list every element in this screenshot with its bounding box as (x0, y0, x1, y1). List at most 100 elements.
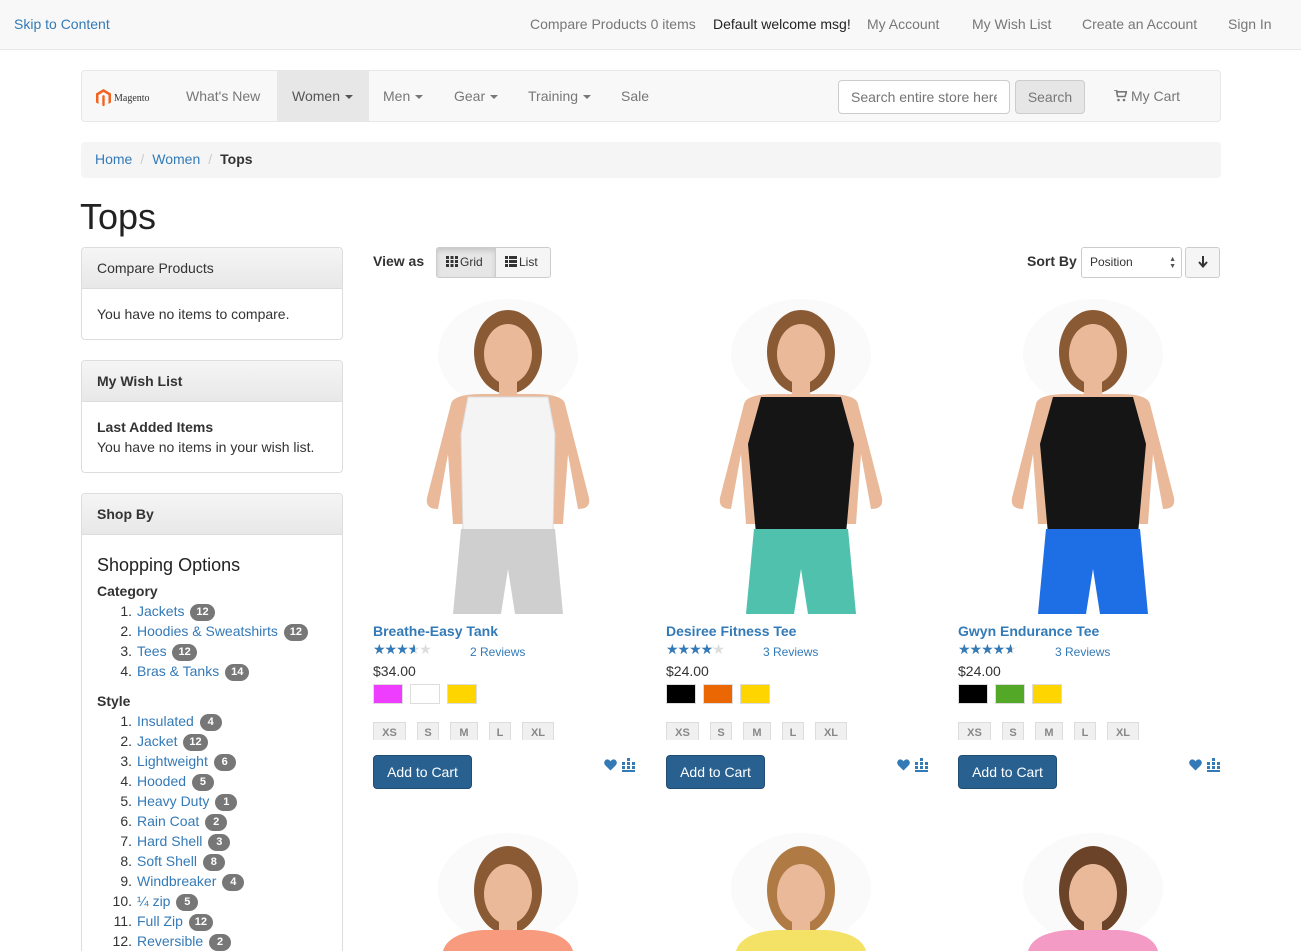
add-to-wishlist-icon[interactable] (1189, 758, 1202, 771)
product-name-link[interactable]: Desiree Fitness Tee (666, 623, 796, 639)
view-as-label: View as (373, 253, 425, 269)
color-swatch[interactable] (373, 684, 403, 704)
nav-men[interactable]: Men (368, 71, 438, 121)
size-option[interactable]: L (1074, 722, 1096, 740)
list-label: List (519, 255, 538, 269)
category-filter-link[interactable]: Tees (137, 643, 167, 659)
reviews-link[interactable]: 2 Reviews (470, 645, 525, 659)
style-filter-link[interactable]: Windbreaker (137, 873, 216, 889)
style-item: 12. Reversible 2 (97, 931, 327, 951)
category-filter-link[interactable]: Jackets (137, 603, 184, 619)
add-to-compare-icon[interactable] (915, 758, 928, 772)
reviews-link[interactable]: 3 Reviews (1055, 645, 1110, 659)
list-number: 1. (120, 713, 132, 729)
shop-by-title: Shop By (82, 494, 342, 535)
add-to-compare-icon[interactable] (622, 758, 635, 772)
color-swatch[interactable] (666, 684, 696, 704)
view-grid-button[interactable]: Grid (436, 247, 496, 278)
nav-training-label: Training (528, 88, 579, 104)
product-image[interactable] (666, 294, 936, 619)
style-filter-link[interactable]: ¼ zip (137, 893, 170, 909)
style-item: 5. Heavy Duty 1 (97, 791, 327, 811)
add-to-compare-icon[interactable] (1207, 758, 1220, 772)
category-filter-link[interactable]: Bras & Tanks (137, 663, 219, 679)
count-badge: 4 (222, 874, 245, 891)
color-swatch[interactable] (740, 684, 770, 704)
size-option[interactable]: XS (958, 722, 991, 740)
product-image-container[interactable] (373, 294, 643, 619)
size-option[interactable]: M (1035, 722, 1063, 740)
magento-logo[interactable]: Magento (96, 88, 166, 108)
style-filter-link[interactable]: Reversible (137, 933, 203, 949)
add-to-wishlist-icon[interactable] (897, 758, 910, 771)
color-swatch[interactable] (958, 684, 988, 704)
size-option[interactable]: S (1002, 722, 1024, 740)
size-option[interactable]: S (417, 722, 439, 740)
size-option[interactable]: M (450, 722, 478, 740)
style-filter-link[interactable]: Hooded (137, 773, 186, 789)
product-image[interactable] (958, 294, 1228, 619)
style-filter-link[interactable]: Hard Shell (137, 833, 202, 849)
size-option[interactable]: XL (815, 722, 847, 740)
style-filter-link[interactable]: Jacket (137, 733, 177, 749)
star-filled-icon: ★★★★★ (958, 642, 1012, 656)
style-item: 8. Soft Shell 8 (97, 851, 327, 871)
create-account-link[interactable]: Create an Account (1082, 16, 1197, 32)
product-image-container[interactable] (666, 294, 936, 619)
count-badge: 1 (215, 794, 238, 811)
nav-women[interactable]: Women (277, 71, 369, 121)
sort-direction-button[interactable] (1185, 247, 1220, 278)
nav-training[interactable]: Training (513, 71, 606, 121)
product-name-link[interactable]: Breathe-Easy Tank (373, 623, 498, 639)
add-to-cart-button[interactable]: Add to Cart (373, 755, 472, 789)
color-swatch[interactable] (447, 684, 477, 704)
count-badge: 14 (225, 664, 250, 681)
compare-products-link[interactable]: Compare Products 0 items (530, 16, 696, 32)
reviews-link[interactable]: 3 Reviews (763, 645, 818, 659)
add-to-wishlist-icon[interactable] (604, 758, 617, 771)
add-to-cart-button[interactable]: Add to Cart (958, 755, 1057, 789)
view-list-button[interactable]: List (495, 247, 551, 278)
style-filter-link[interactable]: Heavy Duty (137, 793, 209, 809)
breadcrumb-home[interactable]: Home (95, 151, 132, 167)
my-cart-link[interactable]: My Cart (1114, 71, 1180, 121)
style-filter-link[interactable]: Full Zip (137, 913, 183, 929)
list-number: 2. (120, 623, 132, 639)
size-option[interactable]: L (489, 722, 511, 740)
search-button[interactable]: Search (1015, 80, 1085, 114)
search-input[interactable] (838, 80, 1010, 114)
size-option[interactable]: XL (1107, 722, 1139, 740)
product-image-container[interactable] (958, 294, 1228, 619)
style-filter-link[interactable]: Soft Shell (137, 853, 197, 869)
product-image-container[interactable] (666, 828, 936, 951)
size-option[interactable]: XL (522, 722, 554, 740)
color-swatch[interactable] (1032, 684, 1062, 704)
product-image-container[interactable] (373, 828, 643, 951)
style-filter-link[interactable]: Rain Coat (137, 813, 199, 829)
style-filter-link[interactable]: Insulated (137, 713, 194, 729)
product-image[interactable] (373, 294, 643, 619)
style-filter-link[interactable]: Lightweight (137, 753, 208, 769)
my-account-link[interactable]: My Account (867, 16, 939, 32)
product-name-link[interactable]: Gwyn Endurance Tee (958, 623, 1099, 639)
size-option[interactable]: M (743, 722, 771, 740)
nav-gear[interactable]: Gear (439, 71, 513, 121)
category-filter-link[interactable]: Hoodies & Sweatshirts (137, 623, 278, 639)
product-image-container[interactable] (958, 828, 1228, 951)
add-to-cart-button[interactable]: Add to Cart (666, 755, 765, 789)
size-option[interactable]: XS (373, 722, 406, 740)
sign-in-link[interactable]: Sign In (1228, 16, 1272, 32)
breadcrumb-women[interactable]: Women (152, 151, 200, 167)
color-swatch[interactable] (995, 684, 1025, 704)
size-option[interactable]: XS (666, 722, 699, 740)
color-swatch[interactable] (703, 684, 733, 704)
size-option[interactable]: L (782, 722, 804, 740)
list-number: 6. (120, 813, 132, 829)
count-badge: 12 (183, 734, 208, 751)
size-option[interactable]: S (710, 722, 732, 740)
sort-by-select[interactable]: Position ▲ ▼ (1081, 247, 1182, 278)
nav-sale[interactable]: Sale (606, 71, 664, 121)
my-wish-list-link[interactable]: My Wish List (972, 16, 1051, 32)
nav-whats-new[interactable]: What's New (171, 71, 275, 121)
color-swatch[interactable] (410, 684, 440, 704)
